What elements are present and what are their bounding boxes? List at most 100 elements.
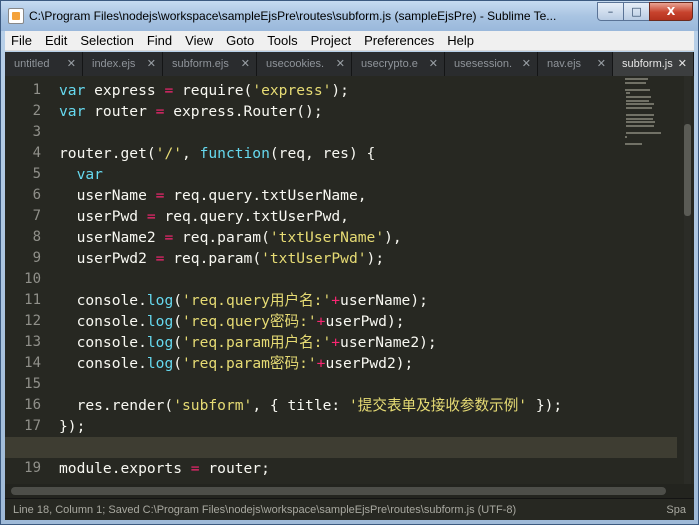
code-line[interactable]: console.log('req.param密码:'+userPwd2); (59, 353, 414, 374)
tab-subform-ejs[interactable]: subform.ejs ✕ (163, 52, 257, 76)
code-line[interactable]: var router = express.Router(); (59, 101, 323, 122)
code-line[interactable]: userName2 = req.param('txtUserName'), (59, 227, 402, 248)
code-line[interactable]: var (59, 164, 103, 185)
tab-index-ejs[interactable]: index.ejs ✕ (83, 52, 163, 76)
current-line-highlight (5, 437, 677, 458)
line-number: 12 (24, 313, 41, 329)
menu-preferences[interactable]: Preferences (358, 31, 441, 51)
tab-usecrypto[interactable]: usecrypto.e ✕ (352, 52, 445, 76)
line-number: 3 (32, 124, 41, 140)
close-tab-icon[interactable]: ✕ (241, 52, 250, 76)
menu-help[interactable]: Help (441, 31, 481, 51)
tab-usecookies[interactable]: usecookies. ✕ (257, 52, 352, 76)
line-number-gutter: 12345678910111213141516171819 (5, 76, 49, 484)
window-controls: – □ X (597, 2, 693, 21)
close-tab-icon[interactable]: ✕ (522, 52, 531, 76)
close-tab-icon[interactable]: ✕ (429, 52, 438, 76)
tab-label: usesession. (454, 58, 513, 70)
menu-selection[interactable]: Selection (74, 31, 140, 51)
menu-file[interactable]: File (5, 31, 39, 51)
close-tab-icon[interactable]: ✕ (336, 52, 345, 76)
line-number: 8 (32, 229, 41, 245)
tab-label: index.ejs (92, 58, 136, 70)
vertical-scrollbar-thumb[interactable] (684, 124, 691, 216)
close-tab-icon[interactable]: ✕ (597, 52, 606, 76)
menu-view[interactable]: View (179, 31, 220, 51)
line-number: 1 (32, 82, 41, 98)
sublime-window: C:\Program Files\nodejs\workspace\sample… (0, 0, 699, 525)
line-number: 2 (32, 103, 41, 119)
minimap-line (626, 92, 630, 95)
minimap-line (626, 103, 654, 106)
window-title: C:\Program Files\nodejs\workspace\sample… (29, 9, 557, 23)
tab-label: untitled (14, 58, 50, 70)
close-tab-icon[interactable]: ✕ (678, 52, 687, 76)
code-line[interactable]: console.log('req.query密码:'+userPwd); (59, 311, 405, 332)
line-number: 19 (24, 460, 41, 476)
minimap[interactable] (625, 78, 683, 158)
vertical-scrollbar[interactable] (684, 76, 691, 484)
tab-bar: untitled ✕ index.ejs ✕ subform.ejs ✕ use… (5, 52, 694, 76)
tab-nav-ejs[interactable]: nav.ejs ✕ (538, 52, 613, 76)
line-number: 14 (24, 355, 41, 371)
status-bar: Line 18, Column 1; Saved C:\Program File… (5, 498, 694, 520)
tab-usesession[interactable]: usesession. ✕ (445, 52, 538, 76)
menu-goto[interactable]: Goto (220, 31, 261, 51)
tab-label: subform.js (622, 58, 673, 70)
line-number: 7 (32, 208, 41, 224)
minimap-line (626, 121, 656, 124)
menu-bar: File Edit Selection Find View Goto Tools… (5, 31, 694, 51)
minimap-line (626, 117, 653, 120)
code-line[interactable]: }); (59, 416, 85, 437)
code-line[interactable]: module.exports = router; (59, 458, 270, 479)
line-number: 9 (32, 250, 41, 266)
horizontal-scrollbar[interactable] (5, 484, 694, 498)
tab-label: nav.ejs (547, 58, 582, 70)
code-line[interactable]: router.get('/', function(req, res) { (59, 143, 375, 164)
status-text: Line 18, Column 1; Saved C:\Program File… (13, 504, 517, 516)
line-number: 15 (24, 376, 41, 392)
menu-project[interactable]: Project (305, 31, 358, 51)
code-line[interactable]: console.log('req.param用户名:'+userName2); (59, 332, 437, 353)
line-number: 5 (32, 166, 41, 182)
maximize-button[interactable]: □ (623, 2, 650, 21)
code-line[interactable]: userPwd = req.query.txtUserPwd, (59, 206, 349, 227)
tab-label: usecrypto.e (361, 58, 418, 70)
horizontal-scrollbar-thumb[interactable] (11, 487, 666, 495)
sublime-app-icon (8, 8, 24, 24)
line-number: 11 (24, 292, 41, 308)
line-number: 4 (32, 145, 41, 161)
indentation-setting[interactable]: Spa (666, 499, 686, 520)
minimap-line (626, 124, 654, 127)
minimap-line (625, 135, 628, 138)
minimap-line (625, 142, 642, 145)
line-number: 13 (24, 334, 41, 350)
line-number: 16 (24, 397, 41, 413)
minimap-line (626, 99, 650, 102)
menu-find[interactable]: Find (141, 31, 179, 51)
line-number: 10 (24, 271, 41, 287)
minimize-button[interactable]: – (597, 2, 624, 21)
code-line[interactable]: res.render('subform', { title: '提交表单及接收参… (59, 395, 563, 416)
title-bar[interactable]: C:\Program Files\nodejs\workspace\sample… (1, 1, 698, 31)
code-line[interactable]: console.log('req.query用户名:'+userName); (59, 290, 428, 311)
minimap-line (625, 78, 649, 80)
minimap-line (626, 96, 651, 98)
close-tab-icon[interactable]: ✕ (147, 52, 156, 76)
code-line[interactable]: userName = req.query.txtUserName, (59, 185, 367, 206)
code-editor[interactable]: 12345678910111213141516171819 var expres… (5, 76, 694, 484)
code-line[interactable]: userPwd2 = req.param('txtUserPwd'); (59, 248, 385, 269)
line-number: 6 (32, 187, 41, 203)
tab-subform-js[interactable]: subform.js ✕ (613, 52, 694, 76)
menu-tools[interactable]: Tools (261, 31, 304, 51)
tab-label: subform.ejs (172, 58, 229, 70)
minimap-line (626, 132, 662, 134)
code-line[interactable]: var express = require('express'); (59, 80, 349, 101)
menu-edit[interactable]: Edit (39, 31, 74, 51)
tab-untitled[interactable]: untitled ✕ (5, 52, 83, 76)
minimap-line (626, 114, 655, 116)
minimap-line (626, 106, 653, 109)
minimap-line (625, 81, 646, 84)
close-button[interactable]: X (649, 2, 693, 21)
close-tab-icon[interactable]: ✕ (67, 52, 76, 76)
